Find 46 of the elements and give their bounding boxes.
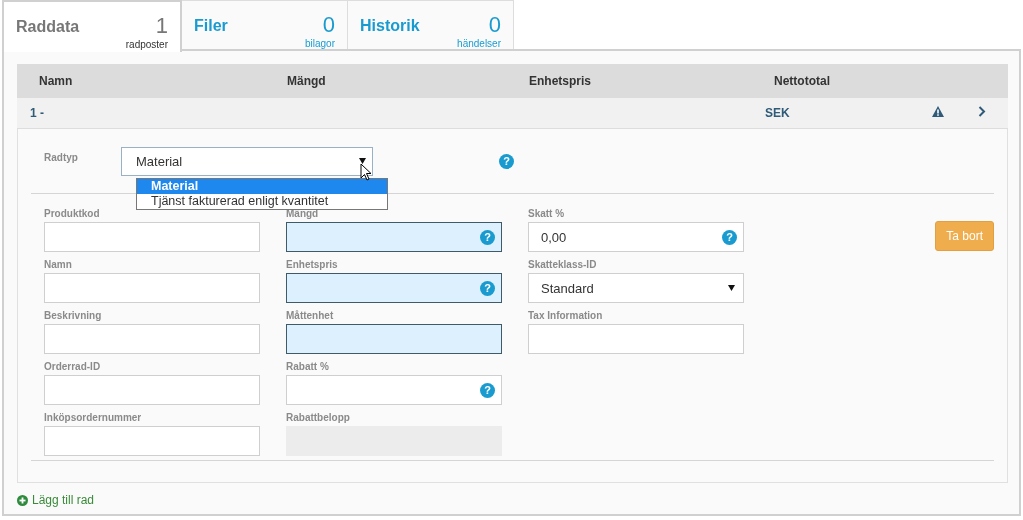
dropdown-arrow-icon: [728, 285, 735, 291]
help-icon[interactable]: ?: [499, 153, 514, 169]
field-value: Material: [136, 153, 183, 169]
input-field[interactable]: ?: [286, 375, 502, 405]
field-label: Rabatt %: [286, 360, 330, 373]
help-icon[interactable]: ?: [480, 382, 495, 398]
table-row[interactable]: 1 - SEK: [17, 98, 1008, 129]
field-label: Namn: [44, 258, 73, 271]
field-value: Standard: [541, 280, 594, 296]
dropdown-option[interactable]: Tjänst fakturerad enligt kvantitet: [137, 194, 387, 209]
field-label: Beskrivning: [44, 309, 103, 322]
input-field[interactable]: ?: [286, 273, 502, 303]
field-label: Produktkod: [44, 207, 101, 220]
field-label: Inköpsordernummer: [44, 411, 143, 424]
field-label: Orderrad-ID: [44, 360, 102, 373]
help-icon[interactable]: ?: [722, 229, 737, 245]
field-label: Skatt %: [528, 207, 566, 220]
help-icon[interactable]: ?: [480, 280, 495, 296]
input-field[interactable]: ?: [286, 222, 502, 252]
dropdown-option[interactable]: Material: [137, 179, 387, 194]
delete-button[interactable]: Ta bort: [935, 221, 994, 251]
field-label: Skatteklass-ID: [528, 258, 598, 271]
dropdown-arrow-icon: [359, 158, 366, 164]
column-header: Mängd: [287, 74, 327, 88]
select-field[interactable]: Material: [121, 146, 373, 176]
field-label: Måttenhet: [286, 309, 335, 322]
column-header: Enhetspris: [529, 74, 592, 88]
row-name: 1 -: [30, 106, 45, 120]
tab[interactable]: Historik 0 händelser: [348, 0, 514, 51]
select-field[interactable]: Standard: [528, 273, 744, 303]
field-label: Tax Information: [528, 309, 604, 322]
tab[interactable]: Filer 0 bilagor: [182, 0, 348, 51]
column-header: Namn: [39, 74, 74, 88]
input-field[interactable]: 0,00 ?: [528, 222, 744, 252]
column-header: Nettototal: [774, 74, 831, 88]
tab[interactable]: Raddata 1 radposter: [2, 0, 182, 52]
currency: SEK: [765, 106, 791, 120]
field-label: Enhetspris: [286, 258, 339, 271]
chevron-icon[interactable]: [978, 106, 986, 117]
field-value: 0,00: [541, 229, 567, 245]
input-field[interactable]: [286, 324, 502, 354]
field-label: Radtyp: [44, 151, 79, 163]
plus-icon: [17, 494, 28, 506]
help-icon[interactable]: ?: [480, 229, 495, 245]
add-row-link[interactable]: Lägg till rad: [17, 493, 95, 507]
field-label: Rabattbelopp: [286, 411, 351, 424]
